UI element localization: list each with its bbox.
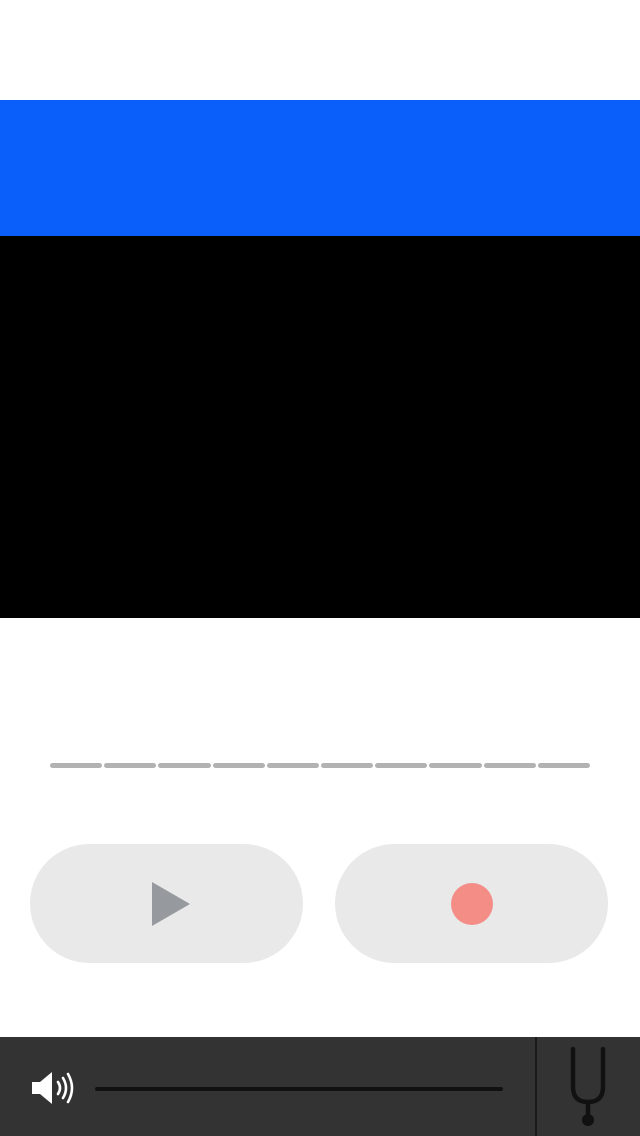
play-icon: [151, 881, 190, 926]
meter-segment: [158, 763, 211, 768]
level-meter: [50, 763, 591, 768]
meter-segment: [266, 763, 320, 768]
app-screen: [0, 0, 640, 1136]
meter-segment: [429, 763, 482, 768]
speaker-volume-icon[interactable]: [28, 1068, 78, 1108]
tuning-fork-icon[interactable]: [565, 1047, 611, 1127]
top-spacer: [0, 0, 640, 100]
meter-segment: [537, 763, 591, 768]
meter-segment: [483, 763, 536, 768]
play-button[interactable]: [30, 844, 303, 963]
video-panel: [0, 236, 640, 618]
record-icon: [450, 882, 493, 925]
meter-segment: [50, 763, 103, 768]
blue-banner: [0, 100, 640, 236]
meter-segment: [375, 763, 428, 768]
record-button[interactable]: [335, 844, 608, 963]
meter-segment: [212, 763, 265, 768]
volume-slider[interactable]: [95, 1087, 503, 1091]
meter-segment: [321, 763, 374, 768]
meter-segment: [104, 763, 157, 768]
toolbar-divider: [535, 1037, 537, 1136]
